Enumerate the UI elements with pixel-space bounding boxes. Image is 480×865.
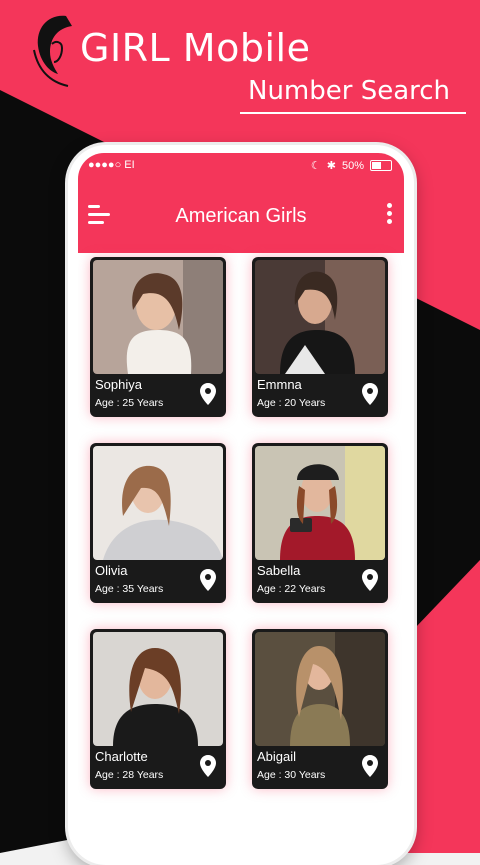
profile-card[interactable]: Charlotte Age : 28 Years [90, 629, 226, 789]
phone-mockup: ●●●●○ EI ☾ ✱ 50% American Girls Sophiya [68, 145, 414, 865]
profile-age: Age : 20 Years [257, 397, 326, 409]
profile-card[interactable]: Olivia Age : 35 Years [90, 443, 226, 603]
girl-face-logo-icon [33, 15, 72, 87]
battery-percent: 50% [341, 159, 364, 172]
location-pin-icon[interactable] [362, 383, 378, 405]
location-pin-icon[interactable] [362, 569, 378, 591]
brand-underline [240, 112, 466, 114]
carrier-signal: ●●●●○ EI [88, 159, 135, 171]
profile-card[interactable]: Abigail Age : 30 Years [252, 629, 388, 789]
profile-card[interactable]: Emmna Age : 20 Years [252, 257, 388, 417]
profile-photo [255, 446, 385, 560]
profile-age: Age : 30 Years [257, 769, 326, 781]
location-pin-icon[interactable] [200, 383, 216, 405]
location-pin-icon[interactable] [362, 755, 378, 777]
profile-photo [255, 260, 385, 374]
profile-name: Charlotte [95, 749, 148, 764]
profile-photo [255, 632, 385, 746]
profile-name: Sabella [257, 563, 301, 578]
app-bar: ●●●●○ EI ☾ ✱ 50% American Girls [78, 153, 404, 253]
profile-age: Age : 22 Years [257, 583, 326, 595]
brand-subtitle: Number Search [248, 76, 451, 106]
profile-age: Age : 35 Years [95, 583, 164, 595]
profile-name: Sophiya [95, 377, 142, 392]
status-bar: ●●●●○ EI ☾ ✱ 50% [78, 157, 404, 175]
profile-card[interactable]: Sabella Age : 22 Years [252, 443, 388, 603]
profile-photo [93, 446, 223, 560]
brand-title: GIRL Mobile [80, 26, 311, 70]
profile-card[interactable]: Sophiya Age : 25 Years [90, 257, 226, 417]
brand-header: GIRL Mobile Number Search [0, 0, 480, 140]
profile-photo [93, 260, 223, 374]
bluetooth-icon: ✱ [326, 160, 336, 172]
profile-name: Abigail [257, 749, 297, 764]
profile-name: Olivia [95, 563, 128, 578]
profile-name: Emmna [257, 377, 302, 392]
page-title: American Girls [175, 205, 307, 227]
more-options-icon[interactable] [384, 201, 394, 227]
battery-icon [370, 160, 392, 171]
location-pin-icon[interactable] [200, 755, 216, 777]
profile-photo [93, 632, 223, 746]
app-screen: ●●●●○ EI ☾ ✱ 50% American Girls Sophiya [78, 153, 404, 853]
profile-age: Age : 25 Years [95, 397, 164, 409]
location-pin-icon[interactable] [200, 569, 216, 591]
moon-icon: ☾ [310, 160, 321, 172]
profile-age: Age : 28 Years [95, 769, 164, 781]
